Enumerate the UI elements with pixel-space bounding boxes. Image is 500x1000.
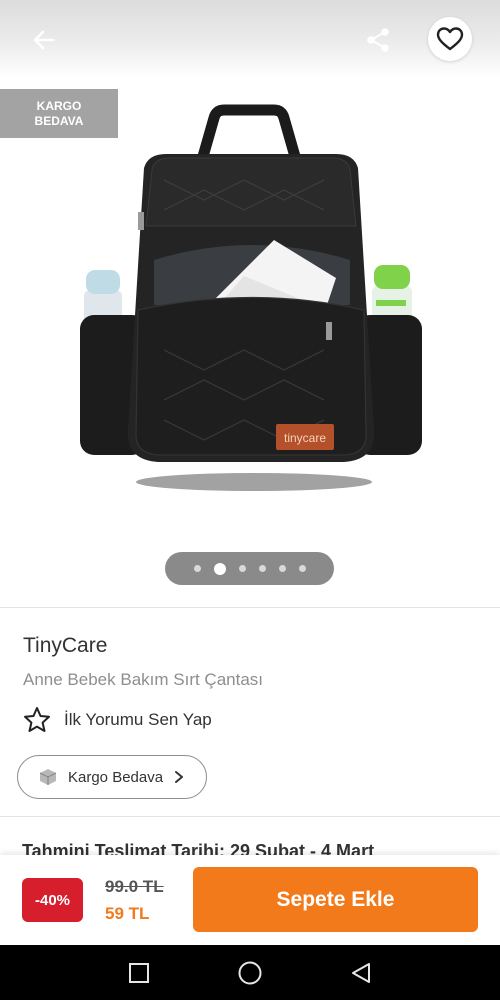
share-icon (367, 28, 389, 52)
share-button[interactable] (358, 20, 398, 60)
divider (0, 607, 500, 608)
current-price: 59 TL (105, 904, 150, 923)
back-nav-button[interactable] (345, 957, 377, 989)
triangle-back-icon (352, 963, 370, 983)
discount-badge: -40% (22, 878, 83, 922)
review-link[interactable]: İlk Yorumu Sen Yap (22, 704, 212, 736)
product-detail-page: KARGO BEDAVA tinycare TinyCare Anne Bebe… (0, 0, 500, 1000)
carousel-dot[interactable] (258, 565, 266, 572)
carousel-dot[interactable] (238, 565, 246, 572)
top-bar (0, 0, 500, 78)
package-icon (39, 769, 57, 785)
system-navigation-bar (0, 945, 500, 1000)
heart-icon (436, 27, 464, 51)
star-icon (24, 707, 50, 732)
carousel-dot[interactable] (193, 565, 201, 572)
favorite-button[interactable] (428, 17, 472, 61)
free-shipping-chip[interactable]: Kargo Bedava (17, 755, 207, 799)
product-photo: tinycare (80, 104, 422, 491)
product-brand[interactable]: TinyCare (23, 634, 107, 658)
bag-logo-text: tinycare (284, 431, 326, 445)
ribbon-line-2: BEDAVA (34, 113, 84, 128)
image-carousel-indicator[interactable] (165, 552, 334, 585)
ribbon-line-1: KARGO (36, 98, 82, 113)
carousel-dot-active[interactable] (213, 562, 226, 575)
recent-apps-button[interactable] (123, 957, 155, 989)
free-shipping-ribbon: KARGO BEDAVA (0, 89, 118, 138)
product-image-area[interactable]: KARGO BEDAVA tinycare (0, 0, 500, 600)
back-button[interactable] (24, 20, 64, 60)
chevron-right-icon (175, 771, 184, 783)
square-icon (129, 963, 149, 983)
old-price: 99.0 TL (105, 877, 164, 896)
review-label: İlk Yorumu Sen Yap (64, 710, 212, 729)
carousel-dot[interactable] (278, 565, 286, 572)
add-to-cart-button[interactable]: Sepete Ekle (193, 867, 478, 932)
arrow-left-icon (33, 30, 55, 50)
carousel-dot[interactable] (298, 565, 306, 572)
product-name: Anne Bebek Bakım Sırt Çantası (23, 670, 264, 689)
purchase-bar: -40% 99.0 TL 59 TL Sepete Ekle (0, 855, 500, 945)
free-shipping-label: Kargo Bedava (68, 768, 164, 786)
circle-icon (238, 961, 262, 985)
divider (0, 816, 500, 817)
home-button[interactable] (234, 957, 266, 989)
